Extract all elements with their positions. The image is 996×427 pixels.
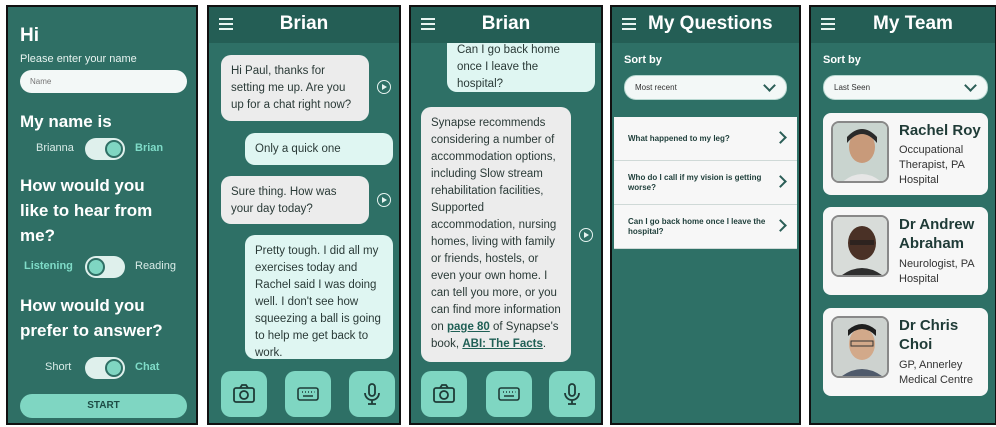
questions-list: What happened to my leg? Who do I call i… xyxy=(614,117,797,249)
question-text: Who do I call if my vision is getting wo… xyxy=(628,172,762,192)
bot-message: Synapse recommends considering a number … xyxy=(421,107,571,362)
sort-select[interactable]: Most recent xyxy=(624,75,787,100)
camera-icon xyxy=(433,384,455,403)
chevron-right-icon xyxy=(774,175,787,188)
list-item[interactable]: What happened to my leg? xyxy=(614,117,797,161)
member-role: GP, Annerley Medical Centre xyxy=(899,359,973,386)
sort-label: Sort by xyxy=(823,54,861,66)
toggle-option-chat[interactable]: Chat xyxy=(135,361,159,373)
camera-button[interactable] xyxy=(421,371,467,417)
chat-screen-answer: Can I go back home once I leave the hosp… xyxy=(409,5,603,425)
toggle-option-short[interactable]: Short xyxy=(45,361,71,373)
play-icon[interactable] xyxy=(579,228,593,242)
menu-icon[interactable] xyxy=(622,18,636,30)
chevron-down-icon xyxy=(964,79,977,92)
microphone-icon xyxy=(564,383,580,405)
header: Brian xyxy=(411,7,601,43)
page-link[interactable]: page 80 xyxy=(447,321,490,333)
keyboard-icon xyxy=(498,387,520,401)
team-member-card[interactable]: Rachel Roy Occupational Therapist, PA Ho… xyxy=(823,113,988,195)
page-title: My Team xyxy=(873,13,953,34)
my-name-heading: My name is xyxy=(20,112,112,131)
page-title: Brian xyxy=(481,13,531,34)
microphone-icon xyxy=(364,383,380,405)
hear-toggle[interactable] xyxy=(85,256,125,278)
answer-heading: How would you prefer to answer? xyxy=(20,296,163,340)
sort-value: Last Seen xyxy=(834,83,871,92)
name-prompt: Please enter your name xyxy=(20,53,137,65)
microphone-button[interactable] xyxy=(349,371,395,417)
my-questions-screen: My Questions Sort by Most recent What ha… xyxy=(610,5,801,425)
hear-heading: How would you like to hear from me? xyxy=(20,176,153,245)
team-member-card[interactable]: Dr Chris Choi GP, Annerley Medical Centr… xyxy=(823,308,988,396)
member-name: Dr Chris Choi xyxy=(899,317,959,353)
name-input[interactable] xyxy=(20,70,187,93)
answer-toggle-row: Short Chat xyxy=(8,357,196,379)
question-text: Can I go back home once I leave the hosp… xyxy=(628,216,766,236)
avatar xyxy=(831,121,889,183)
bot-message: Hi Paul, thanks for setting me up. Are y… xyxy=(221,55,369,121)
play-icon[interactable] xyxy=(377,80,391,94)
book-link[interactable]: ABI: The Facts xyxy=(462,338,543,350)
keyboard-button[interactable] xyxy=(285,371,331,417)
member-name: Rachel Roy xyxy=(899,122,981,139)
user-message: Pretty tough. I did all my exercises tod… xyxy=(245,235,393,359)
member-role: Neurologist, PA Hospital xyxy=(899,258,975,285)
list-item[interactable]: Who do I call if my vision is getting wo… xyxy=(614,161,797,205)
toggle-option-brian[interactable]: Brian xyxy=(135,142,163,154)
toggle-option-listening[interactable]: Listening xyxy=(24,260,73,272)
start-button[interactable]: START xyxy=(20,394,187,418)
question-text: What happened to my leg? xyxy=(628,133,730,143)
avatar xyxy=(831,316,889,378)
chevron-down-icon xyxy=(763,79,776,92)
sort-label: Sort by xyxy=(624,54,662,66)
name-toggle-row: Brianna Brian xyxy=(8,138,196,160)
answer-toggle[interactable] xyxy=(85,357,125,379)
camera-button[interactable] xyxy=(221,371,267,417)
keyboard-button[interactable] xyxy=(486,371,532,417)
toggle-knob xyxy=(87,258,105,276)
play-icon[interactable] xyxy=(377,193,391,207)
hear-toggle-row: Listening Reading xyxy=(8,256,196,278)
user-message: Only a quick one xyxy=(245,133,393,165)
camera-icon xyxy=(233,384,255,403)
sort-select[interactable]: Last Seen xyxy=(823,75,988,100)
team-member-card[interactable]: Dr Andrew Abraham Neurologist, PA Hospit… xyxy=(823,207,988,295)
header: My Questions xyxy=(612,7,799,43)
microphone-button[interactable] xyxy=(549,371,595,417)
keyboard-icon xyxy=(297,387,319,401)
toggle-knob xyxy=(105,140,123,158)
list-item[interactable]: Can I go back home once I leave the hosp… xyxy=(614,205,797,249)
member-name: Dr Andrew Abraham xyxy=(899,216,975,252)
onboarding-screen: Hi Please enter your name My name is Bri… xyxy=(6,5,198,425)
my-team-screen: My Team Sort by Last Seen Rachel Roy Occ… xyxy=(809,5,996,425)
chevron-right-icon xyxy=(774,131,787,144)
header: Brian xyxy=(209,7,399,43)
avatar xyxy=(831,215,889,277)
greeting: Hi xyxy=(20,25,39,46)
page-title: Brian xyxy=(279,13,329,34)
bot-message: Sure thing. How was your day today? xyxy=(221,176,369,224)
header: My Team xyxy=(811,7,995,43)
chevron-right-icon xyxy=(774,219,787,232)
name-toggle[interactable] xyxy=(85,138,125,160)
sort-value: Most recent xyxy=(635,83,677,92)
chat-screen: Brian Hi Paul, thanks for setting me up.… xyxy=(207,5,401,425)
toggle-knob xyxy=(105,359,123,377)
toggle-option-reading[interactable]: Reading xyxy=(135,260,176,272)
toggle-option-brianna[interactable]: Brianna xyxy=(36,142,74,154)
page-title: My Questions xyxy=(648,13,773,34)
member-role: Occupational Therapist, PA Hospital xyxy=(899,144,965,186)
